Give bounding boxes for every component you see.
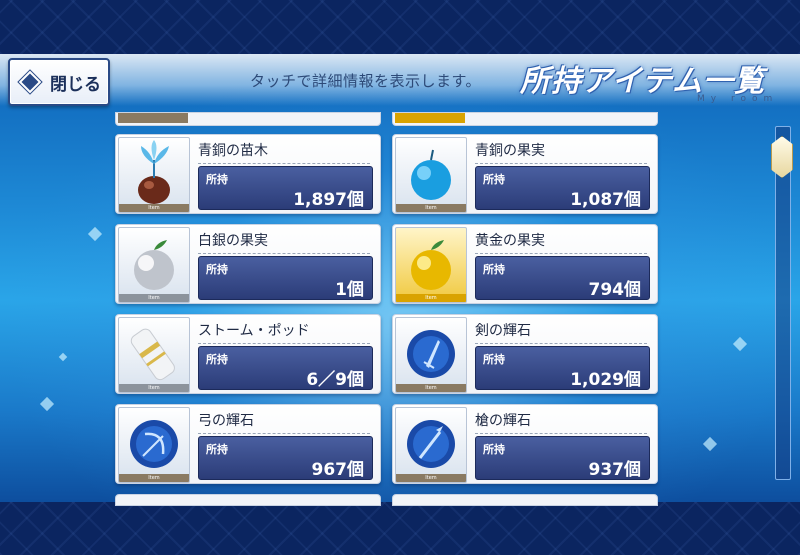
item-name: 白銀の果実 [198, 230, 370, 254]
item-quantity: 1,897個 [293, 190, 364, 210]
blue-apple-icon [411, 149, 451, 200]
item-name: 青銅の果実 [475, 140, 647, 164]
item-name: 青銅の苗木 [198, 140, 370, 164]
owned-label: 所持 [206, 263, 228, 276]
item-rarity-strip: Item [396, 474, 466, 482]
owned-label: 所持 [483, 263, 505, 276]
item-card[interactable]: Item 剣の輝石 所持 1,029個 [392, 314, 658, 394]
golden-apple-icon [411, 240, 451, 290]
item-name: 槍の輝石 [475, 410, 647, 434]
item-count-box: 所持 1,897個 [198, 166, 373, 210]
item-name: 黄金の果実 [475, 230, 647, 254]
archer-gem-icon [130, 420, 178, 468]
item-card[interactable]: Item 弓の輝石 所持 967個 [115, 404, 381, 484]
saber-gem-icon [407, 330, 455, 378]
item-quantity: 1個 [335, 280, 364, 300]
item-rarity-strip: Item [119, 204, 189, 212]
lancer-gem-icon [407, 420, 455, 468]
item-count-box: 所持 6／9個 [198, 346, 373, 390]
item-quantity: 967個 [311, 460, 365, 480]
item-quantity: 937個 [588, 460, 642, 480]
item-rarity-strip: Item [119, 294, 189, 302]
item-grid: Item 青銅の苗木 所持 1,897個 Item 青銅の果実 所持 1,087… [0, 0, 800, 555]
owned-label: 所持 [483, 173, 505, 186]
item-card[interactable]: Item 青銅の果実 所持 1,087個 [392, 134, 658, 214]
partial-item-card[interactable] [392, 494, 658, 506]
owned-label: 所持 [206, 443, 228, 456]
owned-label: 所持 [206, 353, 228, 366]
item-quantity: 6／9個 [306, 370, 364, 390]
item-thumbnail: Item [395, 407, 467, 483]
item-count-box: 所持 937個 [475, 436, 650, 480]
item-quantity: 1,087個 [570, 190, 641, 210]
item-thumbnail: Item [118, 317, 190, 393]
item-thumbnail: Item [395, 317, 467, 393]
item-rarity-strip: Item [396, 384, 466, 392]
item-card[interactable]: Item 白銀の果実 所持 1個 [115, 224, 381, 304]
item-card[interactable]: Item 槍の輝石 所持 937個 [392, 404, 658, 484]
partial-item-card[interactable] [115, 494, 381, 506]
item-name: 弓の輝石 [198, 410, 370, 434]
item-name: ストーム・ポッド [198, 320, 370, 344]
item-rarity-strip: Item [396, 294, 466, 302]
item-name: 剣の輝石 [475, 320, 647, 344]
item-quantity: 794個 [588, 280, 642, 300]
item-rarity-strip: Item [396, 204, 466, 212]
item-card[interactable]: Item 黄金の果実 所持 794個 [392, 224, 658, 304]
item-count-box: 所持 967個 [198, 436, 373, 480]
owned-label: 所持 [206, 173, 228, 186]
item-rarity-strip: Item [119, 384, 189, 392]
scrollbar-track[interactable] [775, 126, 791, 480]
item-thumbnail: Item [395, 227, 467, 303]
item-rarity-strip: Item [119, 474, 189, 482]
item-count-box: 所持 1,087個 [475, 166, 650, 210]
item-count-box: 所持 1,029個 [475, 346, 650, 390]
item-card[interactable]: Item 青銅の苗木 所持 1,897個 [115, 134, 381, 214]
item-thumbnail: Item [395, 137, 467, 213]
storm-pod-icon [130, 328, 175, 381]
item-thumbnail: Item [118, 137, 190, 213]
owned-label: 所持 [483, 443, 505, 456]
item-count-box: 所持 1個 [198, 256, 373, 300]
item-thumbnail: Item [118, 407, 190, 483]
scrollbar-thumb[interactable] [771, 136, 793, 178]
item-quantity: 1,029個 [570, 370, 641, 390]
silver-apple-icon [134, 240, 174, 290]
item-card[interactable]: Item ストーム・ポッド 所持 6／9個 [115, 314, 381, 394]
owned-label: 所持 [483, 353, 505, 366]
item-count-box: 所持 794個 [475, 256, 650, 300]
item-thumbnail: Item [118, 227, 190, 303]
bronze-sapling-icon [138, 140, 170, 204]
